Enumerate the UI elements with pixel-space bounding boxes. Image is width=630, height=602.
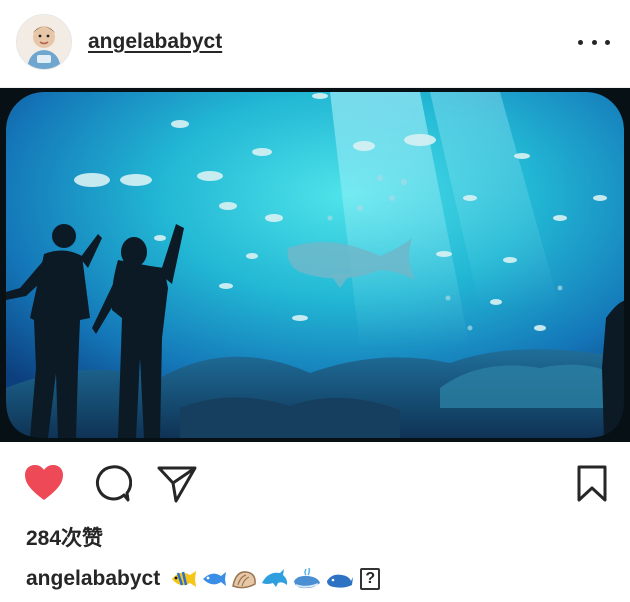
spouting-whale-icon <box>294 567 321 589</box>
caption: angelababyct ? <box>26 567 381 591</box>
fish-icon <box>203 572 227 586</box>
comment-icon[interactable] <box>92 464 132 504</box>
dolphin-icon <box>262 569 288 587</box>
send-icon[interactable] <box>156 464 198 504</box>
like-count[interactable]: 284次赞 <box>26 522 103 552</box>
more-options-icon[interactable] <box>578 30 610 54</box>
whale-icon <box>327 574 354 588</box>
tropical-fish-icon <box>172 571 197 587</box>
caption-username[interactable]: angelababyct <box>26 567 160 591</box>
caption-emojis: ? <box>168 567 381 591</box>
shell-icon <box>232 571 257 589</box>
heart-icon[interactable] <box>24 464 64 502</box>
avatar[interactable] <box>16 14 72 70</box>
action-bar <box>0 442 630 526</box>
unsupported-glyph-icon: ? <box>360 568 381 590</box>
post-username[interactable]: angelababyct <box>88 30 222 54</box>
post-header: angelababyct <box>0 0 630 88</box>
post-image[interactable] <box>0 88 630 442</box>
bookmark-icon[interactable] <box>576 464 608 504</box>
